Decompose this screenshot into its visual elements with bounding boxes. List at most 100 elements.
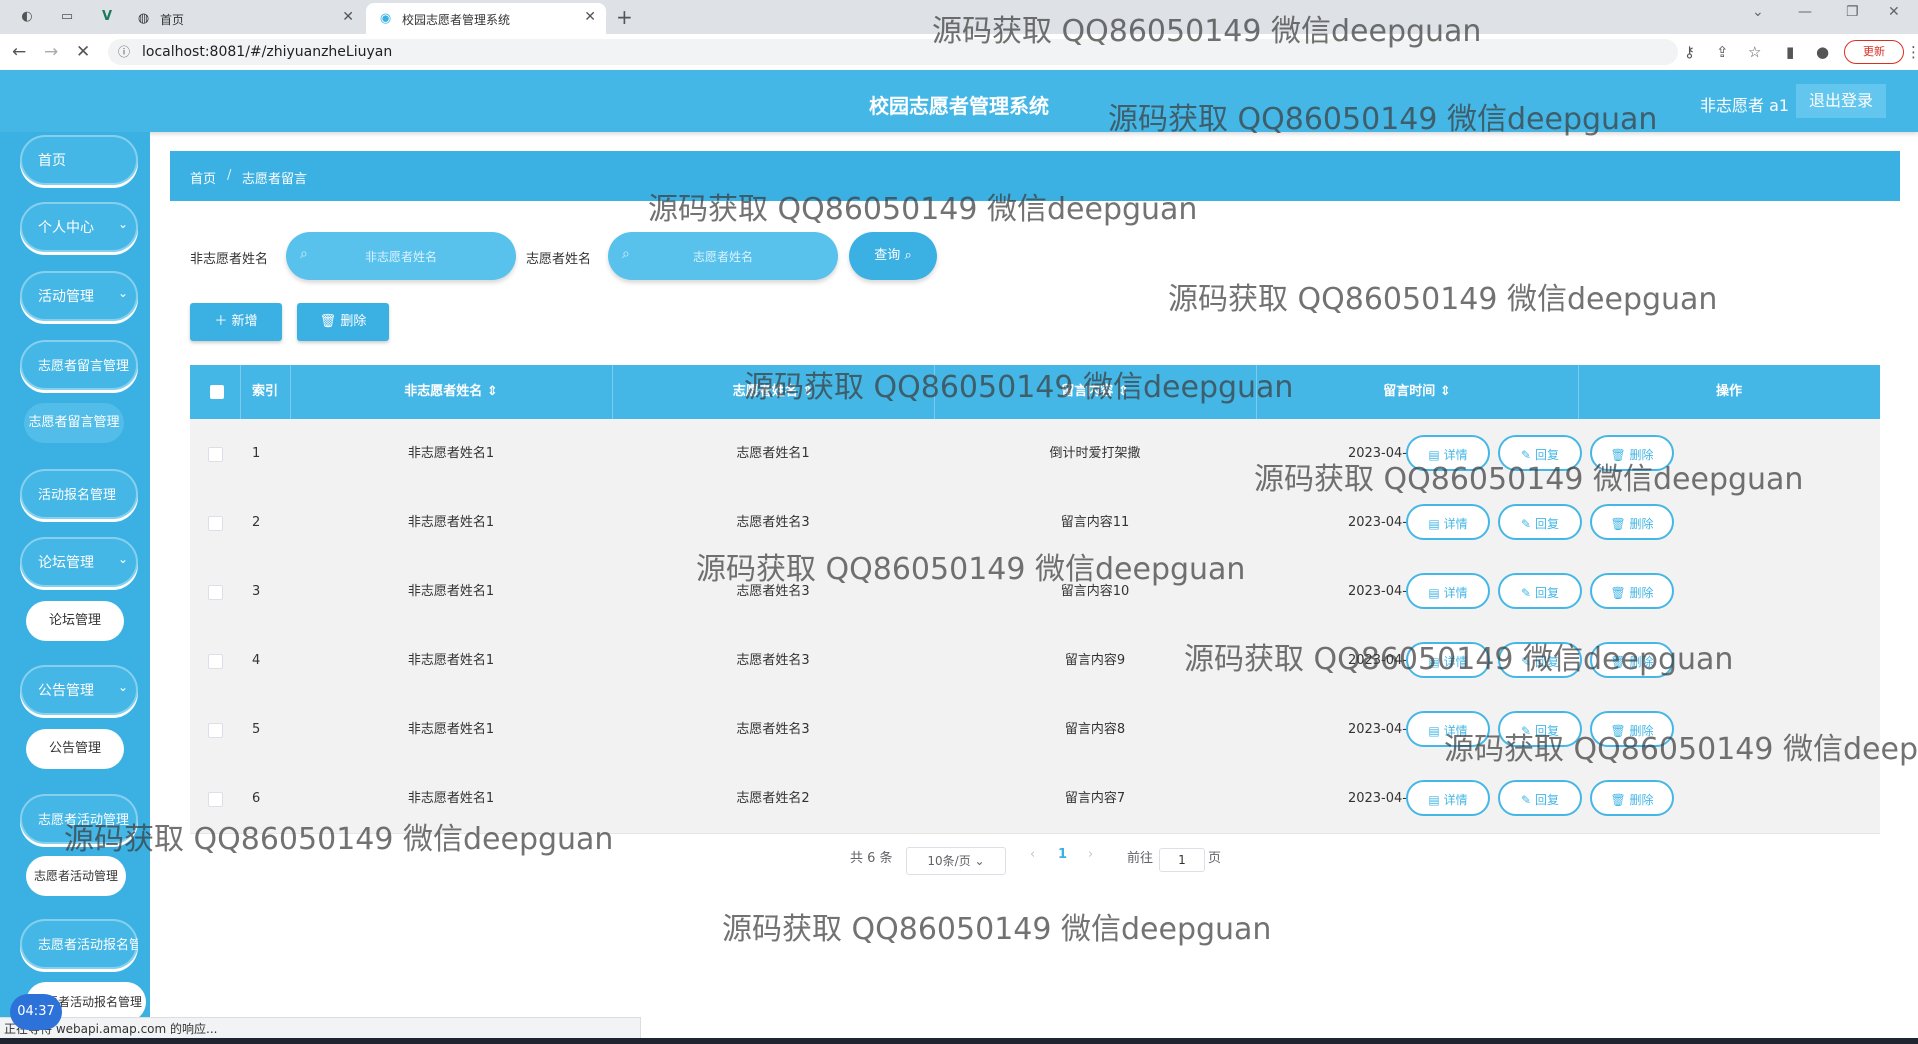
- chevron-down-icon: ⌄: [117, 286, 128, 300]
- restore-icon[interactable]: ❐: [1846, 4, 1859, 20]
- cell-nonvolunteer-name: 非志愿者姓名1: [407, 653, 495, 668]
- row-delete-button[interactable]: 🗑 删除: [1590, 504, 1674, 540]
- row-checkbox[interactable]: [208, 585, 223, 600]
- volunteer-name-input[interactable]: ⌕ 志愿者姓名: [608, 232, 838, 280]
- key-icon[interactable]: ⚷: [1684, 43, 1695, 61]
- chevron-down-icon: ⌄: [974, 854, 985, 868]
- col-nonvolunteer-name[interactable]: 非志愿者姓名 ⇕: [290, 365, 613, 419]
- forward-icon[interactable]: →: [44, 42, 58, 62]
- cell-index: 1: [252, 446, 261, 461]
- app-title: 校园志愿者管理系统: [869, 94, 1049, 118]
- sidebar-item-signup-management[interactable]: 活动报名管理: [20, 469, 138, 519]
- new-tab-icon[interactable]: +: [616, 5, 633, 29]
- minimize-icon[interactable]: —: [1798, 4, 1812, 20]
- side-panel-icon[interactable]: ▮: [1786, 43, 1794, 61]
- browser-menu-icon[interactable]: ◐: [18, 8, 36, 26]
- detail-button[interactable]: ▤ 详情: [1406, 711, 1490, 747]
- detail-button[interactable]: ▤ 详情: [1406, 504, 1490, 540]
- extension-icon[interactable]: V: [98, 8, 116, 26]
- close-icon[interactable]: ✕: [342, 9, 354, 25]
- page-size-select[interactable]: 10条/页 ⌄: [906, 847, 1006, 875]
- trash-icon: 🗑: [1610, 793, 1626, 807]
- table-row: 1非志愿者姓名1志愿者姓名1倒计时爱打架撒2023-04-01 15:54:56…: [190, 419, 1880, 489]
- cell-nonvolunteer-name: 非志愿者姓名1: [407, 791, 495, 806]
- sidebar-item-home[interactable]: 首页: [20, 135, 138, 185]
- tab-strip-icon[interactable]: ▭: [58, 8, 76, 26]
- row-checkbox[interactable]: [208, 447, 223, 462]
- tab-home[interactable]: ◍ 首页 ✕: [124, 3, 364, 34]
- sidebar-item-personal-center[interactable]: 个人中心 ⌄: [20, 202, 138, 252]
- cell-index: 2: [252, 515, 261, 530]
- row-checkbox[interactable]: [208, 723, 223, 738]
- reply-button[interactable]: ✎ 回复: [1498, 642, 1582, 678]
- chevron-down-icon: ⌄: [117, 680, 128, 694]
- row-checkbox[interactable]: [208, 516, 223, 531]
- table-row: 6非志愿者姓名1志愿者姓名2留言内容72023-04-01 15:39:00▤ …: [190, 764, 1880, 834]
- trash-icon: 🗑: [319, 314, 337, 329]
- detail-button[interactable]: ▤ 详情: [1406, 642, 1490, 678]
- sidebar-subitem-volunteer-activity-management[interactable]: 志愿者活动管理: [26, 856, 126, 896]
- share-icon[interactable]: ⇪: [1716, 43, 1729, 61]
- window-close-icon[interactable]: ✕: [1888, 4, 1900, 20]
- row-delete-button[interactable]: 🗑 删除: [1590, 435, 1674, 471]
- breadcrumb-home[interactable]: 首页: [190, 168, 216, 187]
- edit-icon: ✎: [1521, 448, 1532, 462]
- col-volunteer-name[interactable]: 志愿者姓名 ⇕: [612, 365, 935, 419]
- cell-nonvolunteer-name: 非志愿者姓名1: [407, 584, 495, 599]
- sidebar-item-forum-management[interactable]: 论坛管理 ⌄: [20, 537, 138, 587]
- update-button[interactable]: 更新: [1844, 40, 1904, 64]
- select-all-checkbox[interactable]: [210, 385, 224, 399]
- batch-delete-button[interactable]: 🗑 删除: [297, 303, 389, 341]
- add-button[interactable]: ＋ 新增: [190, 303, 282, 341]
- profile-icon[interactable]: ●: [1816, 43, 1829, 61]
- app-favicon-icon: ◉: [379, 11, 392, 26]
- sidebar-item-activity-management[interactable]: 活动管理 ⌄: [20, 271, 138, 321]
- current-user: 非志愿者 a1: [1700, 96, 1790, 115]
- reply-button[interactable]: ✎ 回复: [1498, 711, 1582, 747]
- trash-icon: 🗑: [1610, 586, 1626, 600]
- prev-page-icon[interactable]: ‹: [1030, 847, 1035, 875]
- document-icon: ▤: [1428, 793, 1440, 807]
- nonvolunteer-name-input[interactable]: ⌕ 非志愿者姓名: [286, 232, 516, 280]
- reply-button[interactable]: ✎ 回复: [1498, 435, 1582, 471]
- reply-button[interactable]: ✎ 回复: [1498, 504, 1582, 540]
- col-message-content[interactable]: 留言内容 ⇕: [934, 365, 1257, 419]
- reply-button[interactable]: ✎ 回复: [1498, 573, 1582, 609]
- row-delete-button[interactable]: 🗑 删除: [1590, 573, 1674, 609]
- cell-nonvolunteer-name: 非志愿者姓名1: [407, 446, 495, 461]
- sidebar-item-volunteer-signup-management[interactable]: 志愿者活动报名管: [20, 919, 138, 969]
- page-number-current[interactable]: 1: [1058, 847, 1067, 875]
- next-page-icon[interactable]: ›: [1088, 847, 1093, 875]
- document-icon: ▤: [1428, 655, 1440, 669]
- star-icon[interactable]: ☆: [1748, 43, 1761, 61]
- query-button[interactable]: 查询 ⌕: [849, 232, 937, 280]
- sidebar-subitem-forum-management[interactable]: 论坛管理: [26, 601, 124, 641]
- tab-search-icon[interactable]: ⌄: [1752, 4, 1764, 20]
- trash-icon: 🗑: [1610, 448, 1626, 462]
- sidebar-item-notice-management[interactable]: 公告管理 ⌄: [20, 665, 138, 715]
- reply-button[interactable]: ✎ 回复: [1498, 780, 1582, 816]
- close-icon[interactable]: ✕: [584, 9, 596, 25]
- sidebar-subitem-notice-management[interactable]: 公告管理: [26, 729, 124, 769]
- kebab-menu-icon[interactable]: ⋮: [1906, 43, 1918, 61]
- tab-app[interactable]: ◉ 校园志愿者管理系统 ✕: [366, 3, 606, 34]
- back-icon[interactable]: ←: [12, 42, 26, 62]
- row-delete-button[interactable]: 🗑 删除: [1590, 711, 1674, 747]
- row-checkbox[interactable]: [208, 654, 223, 669]
- detail-button[interactable]: ▤ 详情: [1406, 435, 1490, 471]
- detail-button[interactable]: ▤ 详情: [1406, 780, 1490, 816]
- sidebar-item-message-management[interactable]: 志愿者留言管理: [20, 340, 138, 390]
- sidebar-subitem-message-management[interactable]: 志愿者留言管理: [24, 403, 124, 443]
- col-message-time[interactable]: 留言时间 ⇕: [1256, 365, 1579, 419]
- stop-loading-icon[interactable]: ✕: [76, 42, 90, 62]
- logout-button[interactable]: 退出登录: [1796, 84, 1886, 118]
- row-checkbox[interactable]: [208, 792, 223, 807]
- row-delete-button[interactable]: 🗑 删除: [1590, 642, 1674, 678]
- url-field[interactable]: ⓘ localhost:8081/#/zhiyuanzheLiuyan: [108, 39, 1678, 65]
- row-delete-button[interactable]: 🗑 删除: [1590, 780, 1674, 816]
- goto-page-input[interactable]: 1: [1159, 848, 1205, 872]
- site-info-icon[interactable]: ⓘ: [118, 43, 130, 60]
- breadcrumb: 首页 / 志愿者留言: [170, 151, 1900, 201]
- sidebar-item-volunteer-activity-management[interactable]: 志愿者活动管理: [20, 794, 138, 844]
- detail-button[interactable]: ▤ 详情: [1406, 573, 1490, 609]
